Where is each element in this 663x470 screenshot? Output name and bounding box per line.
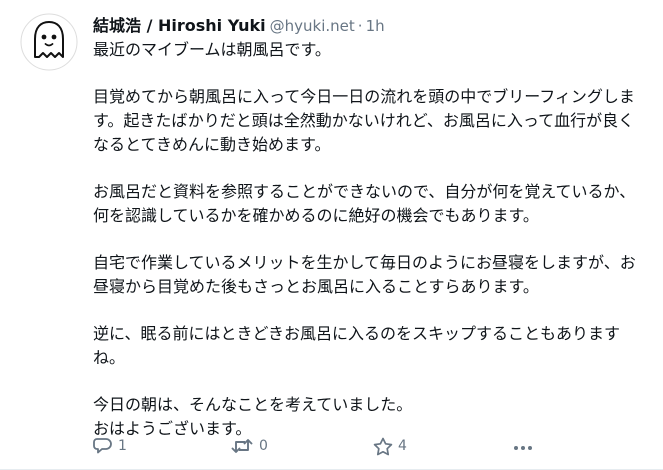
post-paragraph: 自宅で作業しているメリットを生かして毎日のようにお昼寝をしますが、お昼寝から目覚… [93,253,636,296]
more-button[interactable] [513,434,533,458]
user-handle[interactable]: @hyuki.net [270,17,355,35]
reply-button[interactable]: 1 [93,434,127,458]
reply-count: 1 [118,438,127,454]
post-header: 結城浩 / Hiroshi Yuki @hyuki.net · 1h [93,14,385,38]
more-icon [514,446,532,450]
reply-icon [93,438,112,454]
post-paragraph: お風呂だと資料を参照することができないので、自分が何を覚えているか、何を認識して… [93,182,636,225]
ghost-avatar-icon [20,13,78,71]
post-body: 最近のマイブームは朝風呂です。 目覚めてから朝風呂に入って今日一日の流れを頭の中… [93,38,648,441]
boost-icon [231,439,253,453]
avatar[interactable] [20,13,78,71]
display-name[interactable]: 結城浩 / Hiroshi Yuki [93,16,266,35]
boost-button[interactable]: 0 [230,434,268,458]
separator-dot: · [357,17,363,35]
post-paragraph: 最近のマイブームは朝風呂です。 [93,40,331,59]
post-time[interactable]: 1h [366,17,385,35]
post-card: 結城浩 / Hiroshi Yuki @hyuki.net · 1h 最近のマイブーム… [0,0,663,470]
post-actions: 1 0 4 [93,434,633,458]
boost-count: 0 [259,438,268,454]
favourite-count: 4 [398,438,407,454]
post-paragraph: 逆に、眠る前にはときどきお風呂に入るのをスキップすることもありますね。 [93,324,621,367]
post-paragraph: 目覚めてから朝風呂に入って今日一日の流れを頭の中でブリーフィングします。起きたば… [93,87,635,154]
star-icon [373,437,393,455]
favourite-button[interactable]: 4 [373,434,407,458]
